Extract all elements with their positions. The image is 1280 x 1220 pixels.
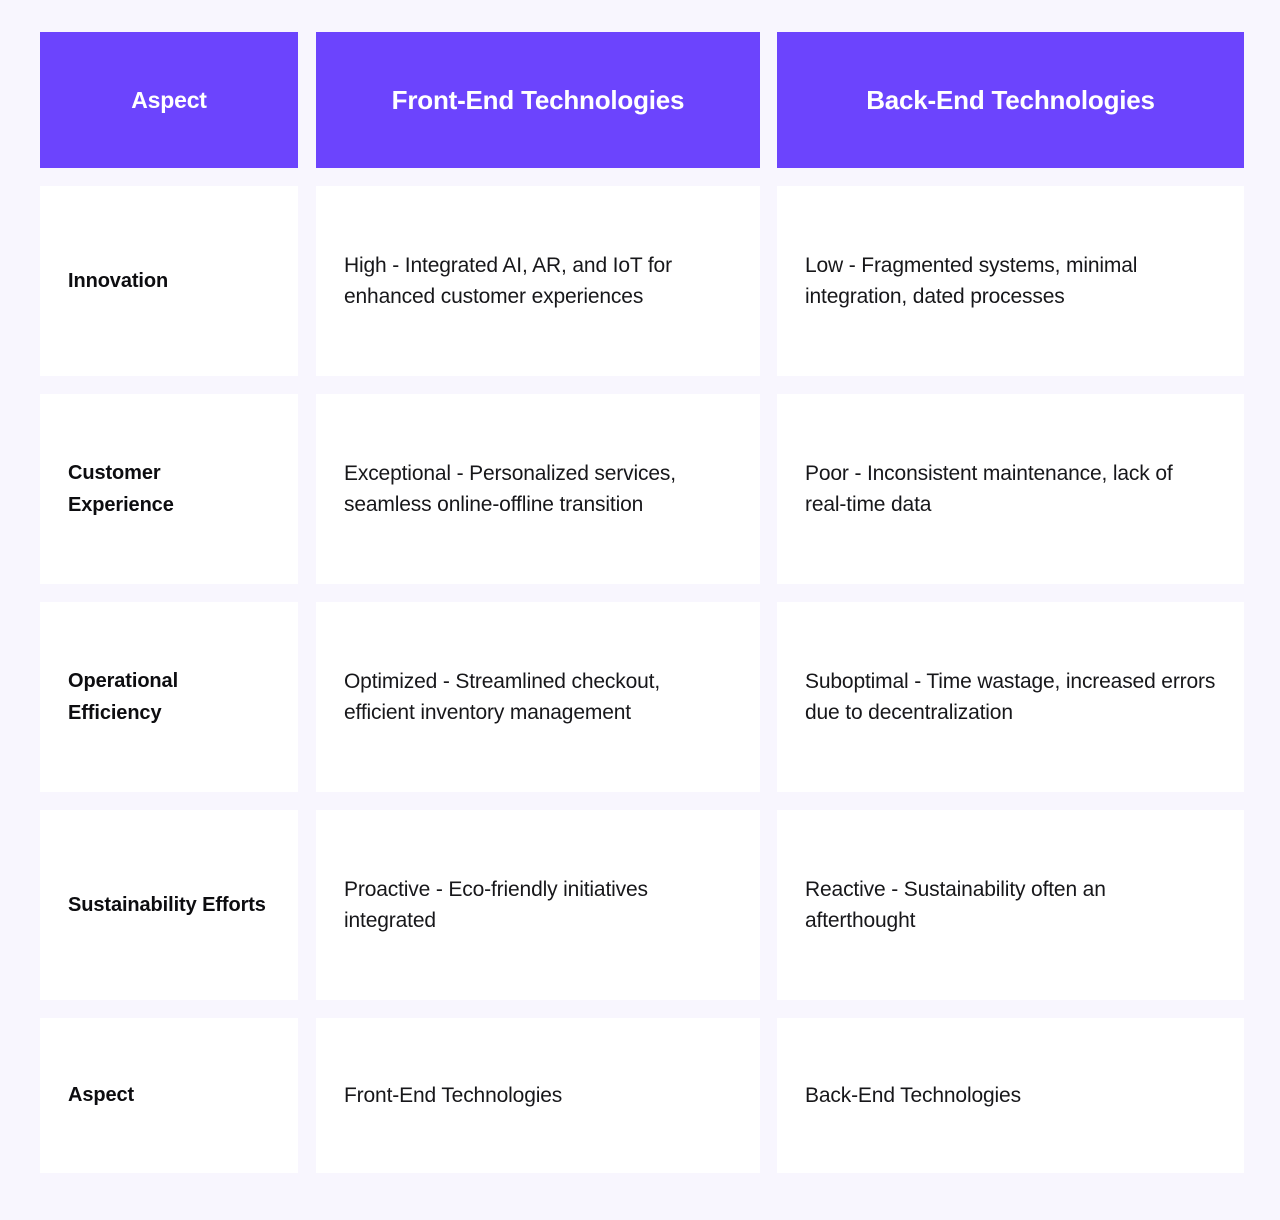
- cell-aspect-label: Sustainability Efforts: [68, 893, 266, 916]
- cell-aspect: Innovation: [40, 186, 298, 376]
- cell-back-end: Poor - Inconsistent maintenance, lack of…: [777, 394, 1244, 584]
- cell-aspect-label: Customer Experience: [68, 461, 174, 516]
- cell-back-end-text: Reactive - Sustainability often an after…: [805, 877, 1106, 933]
- cell-front-end-text: Proactive - Eco-friendly initiatives int…: [344, 877, 648, 933]
- column-gap: [760, 32, 777, 168]
- cell-back-end: Reactive - Sustainability often an after…: [777, 810, 1244, 1000]
- cell-aspect-label: Innovation: [68, 269, 169, 292]
- column-gap: [298, 394, 316, 584]
- column-gap: [760, 394, 777, 584]
- column-gap: [298, 1018, 316, 1173]
- cell-back-end: Back-End Technologies: [777, 1018, 1244, 1173]
- column-header-front-end: Front-End Technologies: [316, 32, 760, 168]
- table-row: Customer Experience Exceptional - Person…: [40, 394, 1244, 584]
- column-header-back-end-label: Back-End Technologies: [866, 84, 1155, 115]
- cell-aspect: Sustainability Efforts: [40, 810, 298, 1000]
- table-row: Sustainability Efforts Proactive - Eco-f…: [40, 810, 1244, 1000]
- cell-back-end-text: Back-End Technologies: [805, 1083, 1021, 1107]
- comparison-table: Aspect Front-End Technologies Back-End T…: [40, 32, 1244, 1173]
- cell-front-end-text: High - Integrated AI, AR, and IoT for en…: [344, 253, 672, 309]
- table-row: Operational Efficiency Optimized - Strea…: [40, 602, 1244, 792]
- column-header-front-end-label: Front-End Technologies: [391, 84, 685, 115]
- cell-aspect: Customer Experience: [40, 394, 298, 584]
- column-gap: [760, 810, 777, 1000]
- column-gap: [298, 810, 316, 1000]
- table-row: Innovation High - Integrated AI, AR, and…: [40, 186, 1244, 376]
- column-header-aspect: Aspect: [40, 32, 298, 168]
- table-row: Aspect Front-End Technologies Back-End T…: [40, 1018, 1244, 1173]
- cell-back-end-text: Low - Fragmented systems, minimal integr…: [805, 253, 1138, 309]
- cell-aspect: Aspect: [40, 1018, 298, 1173]
- column-gap: [760, 602, 777, 792]
- column-gap: [298, 602, 316, 792]
- cell-front-end: Exceptional - Personalized services, sea…: [316, 394, 760, 584]
- cell-front-end: Front-End Technologies: [316, 1018, 760, 1173]
- cell-front-end-text: Front-End Technologies: [344, 1083, 563, 1107]
- column-header-aspect-label: Aspect: [131, 86, 207, 113]
- cell-aspect-label: Operational Efficiency: [68, 669, 179, 724]
- cell-back-end: Low - Fragmented systems, minimal integr…: [777, 186, 1244, 376]
- cell-aspect: Operational Efficiency: [40, 602, 298, 792]
- column-gap: [760, 186, 777, 376]
- cell-back-end-text: Poor - Inconsistent maintenance, lack of…: [805, 461, 1173, 517]
- cell-aspect-label: Aspect: [68, 1084, 135, 1107]
- column-gap: [760, 1018, 777, 1173]
- table-header-row: Aspect Front-End Technologies Back-End T…: [40, 32, 1244, 168]
- cell-back-end: Suboptimal - Time wastage, increased err…: [777, 602, 1244, 792]
- cell-front-end: Optimized - Streamlined checkout, effici…: [316, 602, 760, 792]
- column-header-back-end: Back-End Technologies: [777, 32, 1244, 168]
- cell-front-end: Proactive - Eco-friendly initiatives int…: [316, 810, 760, 1000]
- cell-back-end-text: Suboptimal - Time wastage, increased err…: [805, 669, 1216, 725]
- cell-front-end: High - Integrated AI, AR, and IoT for en…: [316, 186, 760, 376]
- cell-front-end-text: Exceptional - Personalized services, sea…: [344, 461, 676, 517]
- column-gap: [298, 186, 316, 376]
- column-gap: [298, 32, 316, 168]
- cell-front-end-text: Optimized - Streamlined checkout, effici…: [344, 669, 661, 725]
